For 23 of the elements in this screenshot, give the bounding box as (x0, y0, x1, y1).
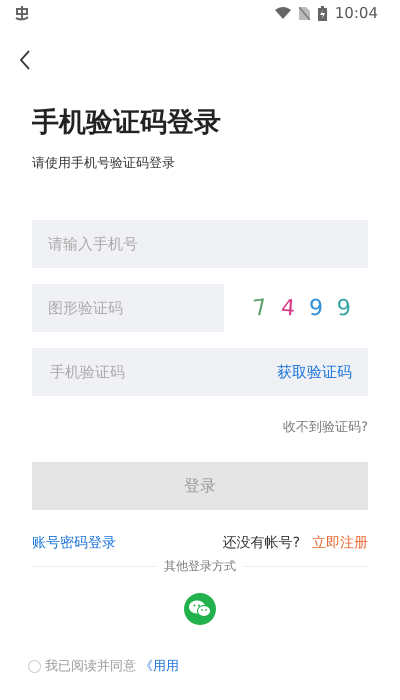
notification-icon (14, 5, 30, 21)
page-title: 手机验证码登录 (32, 106, 222, 140)
help-link[interactable]: 收不到验证码? (283, 418, 368, 436)
sms-code-field[interactable]: 手机验证码 获取验证码 (32, 348, 368, 396)
agreement-text: 我已阅读并同意 (45, 658, 136, 675)
captcha-field[interactable]: 图形验证码 (32, 284, 224, 332)
register-link[interactable]: 立即注册 (312, 535, 368, 551)
other-methods-label: 其他登录方式 (164, 558, 236, 575)
chat-bubbles-icon (189, 600, 211, 618)
user-agreement-link[interactable]: 《用用 (140, 657, 179, 675)
wechat-login-button[interactable] (184, 593, 216, 625)
phone-field[interactable]: 请输入手机号 (32, 220, 368, 268)
agreement-radio[interactable] (28, 660, 41, 672)
password-login-link[interactable]: 账号密码登录 (32, 534, 116, 552)
wifi-icon (274, 7, 291, 19)
page-subtitle: 请使用手机号验证码登录 (32, 155, 176, 172)
battery-icon (318, 6, 327, 20)
register-prompt: 还没有帐号? (222, 535, 300, 551)
captcha-image[interactable]: 7 4 9 9 (236, 288, 368, 328)
status-time: 10:04 (334, 4, 378, 22)
back-icon (19, 50, 31, 70)
get-code-button[interactable]: 获取验证码 (277, 362, 352, 382)
no-sim-icon (298, 6, 310, 20)
